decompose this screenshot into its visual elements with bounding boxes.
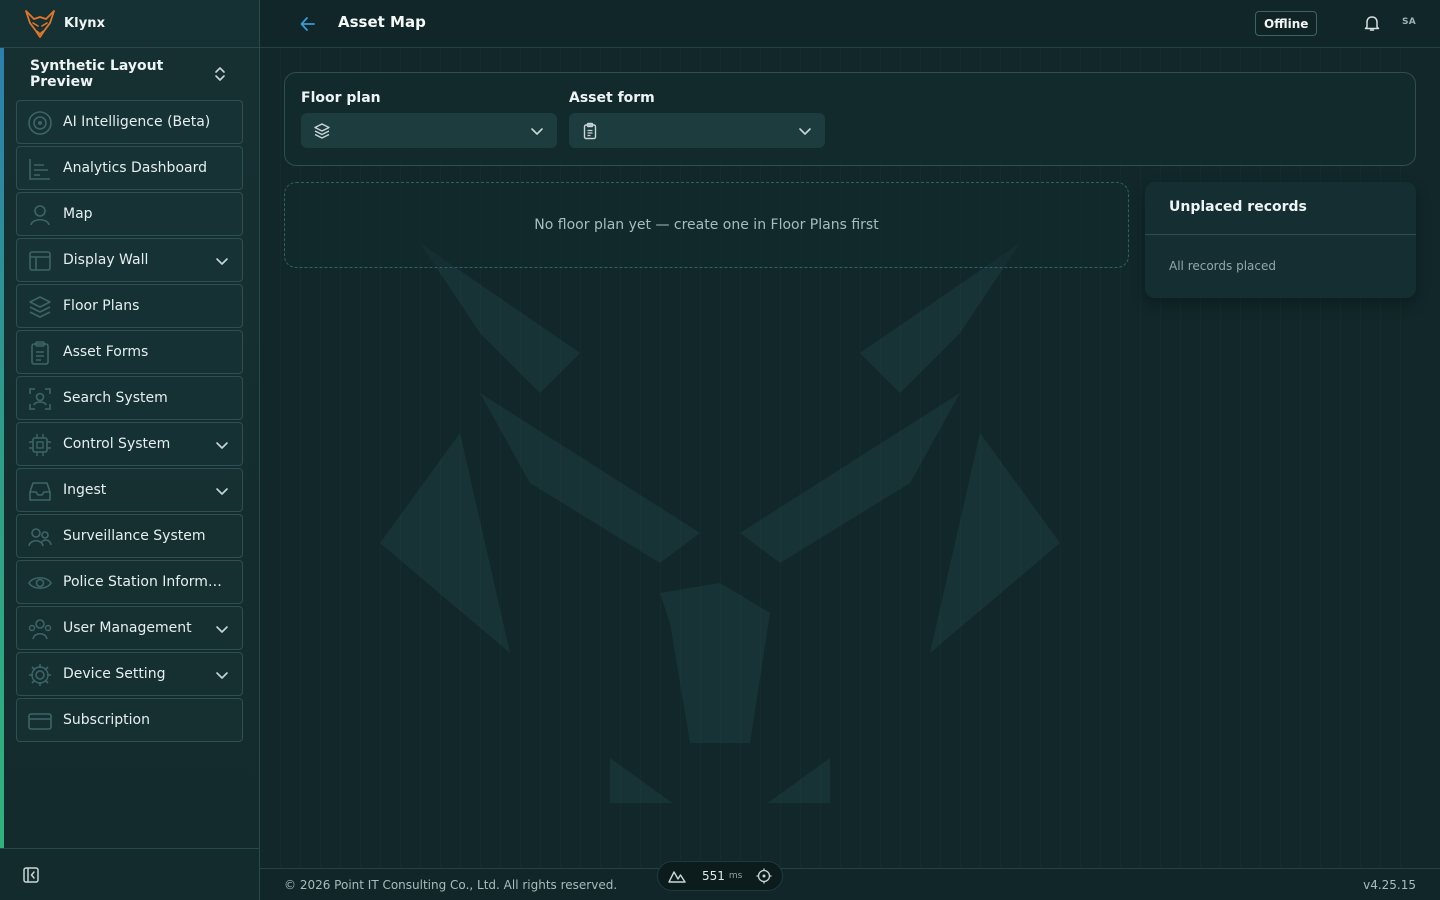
latency-unit: ms (728, 871, 743, 881)
notification-bell-icon[interactable] (1363, 14, 1381, 32)
sidebar-item-analytics-dashboard[interactable]: Analytics Dashboard (16, 146, 243, 190)
eye-icon (27, 570, 53, 596)
copyright-text: © 2026 Point IT Consulting Co., Ltd. All… (284, 878, 618, 892)
sidebar-item-label: Map (63, 206, 93, 222)
chevron-down-icon[interactable] (214, 667, 230, 683)
latency-value: 551 (702, 869, 725, 883)
app-version: v4.25.15 (1363, 878, 1416, 892)
fox-watermark-icon (380, 243, 1060, 803)
sidebar-item-police-station-information[interactable]: Police Station Informati... (16, 560, 243, 604)
main-content: Floor plan Asset form No floor plan yet … (260, 48, 1440, 868)
sidebar-item-label: Search System (63, 390, 168, 406)
unplaced-records-empty: All records placed (1169, 259, 1276, 273)
top-bar: Asset Map Offline SA (260, 0, 1440, 48)
floor-plan-label: Floor plan (301, 90, 381, 106)
chevron-down-icon[interactable] (214, 483, 230, 499)
chevron-down-icon[interactable] (214, 253, 230, 269)
floor-plan-field: Floor plan (301, 90, 557, 148)
sidebar-item-display-wall[interactable]: Display Wall (16, 238, 243, 282)
sidebar-item-search-system[interactable]: Search System (16, 376, 243, 420)
sidebar-item-label: Subscription (63, 712, 150, 728)
card-icon (27, 708, 53, 734)
chart-icon (27, 156, 53, 182)
sidebar-footer (0, 848, 259, 900)
sidebar-item-asset-forms[interactable]: Asset Forms (16, 330, 243, 374)
chip-icon (27, 432, 53, 458)
scan-person-icon (27, 386, 53, 412)
people-icon (27, 524, 53, 550)
sidebar-item-label: Display Wall (63, 252, 149, 268)
back-arrow-icon[interactable] (298, 14, 318, 34)
workspace-switcher[interactable]: Synthetic Layout Preview (16, 58, 244, 90)
asset-form-label: Asset form (569, 90, 655, 106)
sidebar-item-label: AI Intelligence (Beta) (63, 114, 211, 130)
unplaced-records-panel: Unplaced records All records placed (1145, 182, 1416, 298)
inbox-icon (27, 478, 53, 504)
users-icon (27, 616, 53, 642)
mountain-logo-icon (668, 869, 686, 883)
connection-status-badge: Offline (1255, 11, 1318, 36)
chevron-down-icon (797, 123, 813, 139)
sidebar-item-user-management[interactable]: User Management (16, 606, 243, 650)
clipboard-icon (581, 122, 599, 140)
sidebar-item-map[interactable]: Map (16, 192, 243, 236)
sidebar-item-label: User Management (63, 620, 192, 636)
user-avatar[interactable]: SA (1402, 17, 1416, 27)
workspace-label: Synthetic Layout Preview (30, 58, 164, 90)
page-title: Asset Map (338, 13, 426, 31)
sidebar-item-ingest[interactable]: Ingest (16, 468, 243, 512)
chevron-up-down-icon (212, 65, 228, 83)
sidebar-nav: AI Intelligence (Beta) Analytics Dashboa… (16, 100, 243, 742)
sidebar-item-subscription[interactable]: Subscription (16, 698, 243, 742)
brand[interactable]: Klynx (0, 0, 259, 48)
sidebar-item-control-system[interactable]: Control System (16, 422, 243, 466)
asset-form-field: Asset form (569, 90, 825, 148)
layers-icon (313, 122, 331, 140)
sidebar-item-ai-intelligence[interactable]: AI Intelligence (Beta) (16, 100, 243, 144)
layers-icon (27, 294, 53, 320)
sidebar-item-surveillance-system[interactable]: Surveillance System (16, 514, 243, 558)
person-pin-icon (27, 202, 53, 228)
asset-map-filters: Floor plan Asset form (284, 72, 1416, 166)
chevron-down-icon (529, 123, 545, 139)
sidebar-item-device-setting[interactable]: Device Setting (16, 652, 243, 696)
fox-logo-icon (24, 9, 56, 39)
crosshair-icon[interactable] (756, 868, 772, 884)
sidebar-accent-bar (0, 48, 4, 848)
sidebar-item-label: Control System (63, 436, 171, 452)
sidebar-item-label: Floor Plans (63, 298, 140, 314)
divider (1145, 234, 1416, 235)
empty-floor-plan-message: No floor plan yet — create one in Floor … (534, 217, 879, 233)
ai-target-icon (27, 110, 53, 136)
asset-form-select[interactable] (569, 113, 825, 148)
unplaced-records-title: Unplaced records (1169, 199, 1307, 215)
sidebar-item-label: Ingest (63, 482, 107, 498)
sidebar-item-floor-plans[interactable]: Floor Plans (16, 284, 243, 328)
sidebar-item-label: Analytics Dashboard (63, 160, 207, 176)
footer: © 2026 Point IT Consulting Co., Ltd. All… (260, 861, 1440, 900)
floor-plan-canvas-empty: No floor plan yet — create one in Floor … (284, 182, 1129, 268)
gear-icon (27, 662, 53, 688)
layout-icon (27, 248, 53, 274)
floor-plan-select[interactable] (301, 113, 557, 148)
sidebar-item-label: Surveillance System (63, 528, 206, 544)
sidebar: Klynx Synthetic Layout Preview AI Intell… (0, 0, 260, 900)
brand-name: Klynx (64, 16, 106, 31)
sidebar-item-label: Police Station Informati... (63, 574, 229, 590)
clipboard-icon (27, 340, 53, 366)
collapse-sidebar-icon[interactable] (22, 866, 40, 884)
sidebar-item-label: Asset Forms (63, 344, 149, 360)
latency-indicator[interactable]: 551 ms (657, 861, 783, 891)
chevron-down-icon[interactable] (214, 437, 230, 453)
chevron-down-icon[interactable] (214, 621, 230, 637)
sidebar-item-label: Device Setting (63, 666, 166, 682)
